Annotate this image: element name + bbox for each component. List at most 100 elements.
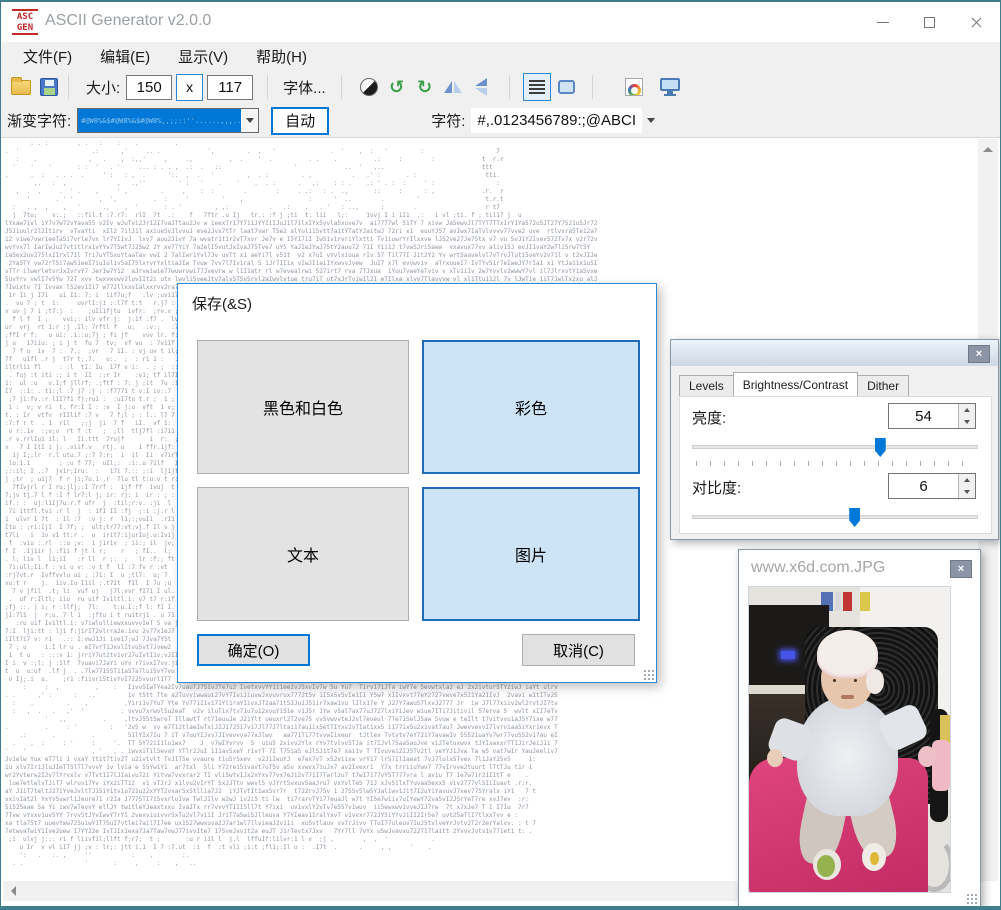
menu-file[interactable]: 文件(F) bbox=[9, 42, 86, 71]
dialog-resize-grip[interactable] bbox=[643, 669, 654, 680]
chevron-up-icon bbox=[983, 147, 993, 152]
minimize-button[interactable] bbox=[859, 2, 906, 42]
scroll-left-button[interactable] bbox=[3, 881, 23, 901]
contrast-slider-thumb[interactable] bbox=[849, 508, 860, 527]
menu-help[interactable]: 帮助(H) bbox=[242, 42, 321, 71]
save-floppy-icon bbox=[40, 78, 58, 96]
font-button[interactable]: 字体... bbox=[273, 73, 336, 102]
photo-shelf-item bbox=[843, 592, 851, 612]
open-file-button[interactable] bbox=[7, 73, 35, 101]
spin-up-button[interactable] bbox=[959, 474, 975, 486]
photo-baby-hand bbox=[918, 746, 936, 767]
scroll-up-button[interactable] bbox=[978, 139, 998, 159]
spin-down-button[interactable] bbox=[959, 486, 975, 498]
save-button[interactable] bbox=[35, 73, 63, 101]
photo-shelf-item bbox=[835, 592, 841, 612]
menu-bar: 文件(F) 编辑(E) 显示(V) 帮助(H) bbox=[1, 42, 1000, 70]
app-window: ASC GEN ASCII Generator v2.0.0 文件(F) 编辑(… bbox=[0, 0, 1001, 910]
triangle-down-icon bbox=[964, 490, 970, 494]
source-image-window: www.x6d.com.JPG × bbox=[738, 549, 981, 908]
save-color-button[interactable]: 彩色 bbox=[422, 340, 640, 474]
brightness-label: 亮度: bbox=[692, 407, 726, 428]
photo-led-light bbox=[781, 651, 795, 659]
toolbar-characters: 渐变字符: #@W8%&$#@W8%&$#@W8%,,;;::''......,… bbox=[1, 104, 1000, 138]
photo-hat-knot bbox=[866, 669, 884, 693]
chevron-down-icon bbox=[647, 118, 655, 123]
flip-vertical-icon bbox=[475, 78, 487, 96]
photo-sock-yellow bbox=[870, 852, 879, 864]
save-dialog-title: 保存(&S) bbox=[192, 293, 252, 314]
rotate-ccw-button[interactable]: ↺ bbox=[383, 73, 411, 101]
fullscreen-button[interactable] bbox=[656, 73, 684, 101]
cancel-button[interactable]: 取消(C) bbox=[522, 634, 635, 666]
title-bar: ASC GEN ASCII Generator v2.0.0 bbox=[1, 2, 1000, 42]
contrast-spin-buttons bbox=[958, 474, 975, 498]
color-preview-button[interactable] bbox=[620, 73, 648, 101]
spin-down-button[interactable] bbox=[959, 416, 975, 428]
image-window-resize-grip[interactable] bbox=[966, 893, 977, 904]
height-input[interactable]: 117 bbox=[207, 75, 253, 100]
contrast-label: 对比度: bbox=[692, 477, 741, 498]
spin-up-button[interactable] bbox=[959, 404, 975, 416]
tab-dither[interactable]: Dither bbox=[857, 375, 909, 396]
text-view-button[interactable] bbox=[523, 73, 551, 101]
save-black-white-button[interactable]: 黑色和白色 bbox=[197, 340, 409, 474]
contrast-slider[interactable] bbox=[692, 515, 978, 519]
width-input[interactable]: 150 bbox=[126, 75, 172, 100]
menu-edit[interactable]: 编辑(E) bbox=[86, 42, 164, 71]
image-window-close-button[interactable]: × bbox=[950, 560, 972, 578]
toolbar-main: 大小: 150 x 117 字体... ↺ ↻ bbox=[1, 70, 1000, 104]
contrast-value[interactable]: 6 bbox=[889, 474, 958, 498]
image-window-title: www.x6d.com.JPG bbox=[751, 559, 885, 577]
brightness-spin-buttons bbox=[958, 404, 975, 428]
text-lines-icon bbox=[529, 80, 545, 94]
photo-shelf-item bbox=[860, 592, 870, 612]
panel-tabs: Levels Brightness/Contrast Dither bbox=[679, 372, 908, 396]
toolbar-separator bbox=[592, 75, 593, 99]
save-image-button[interactable]: 图片 bbox=[422, 487, 640, 621]
brightness-spinner[interactable]: 54 bbox=[888, 403, 976, 429]
charset-label: 字符: bbox=[431, 110, 465, 131]
close-button[interactable] bbox=[953, 2, 1000, 42]
panel-close-button[interactable]: × bbox=[968, 345, 990, 363]
logo-text-bottom: GEN bbox=[12, 23, 38, 34]
flip-vertical-button[interactable] bbox=[467, 73, 495, 101]
gradient-dropdown-arrow[interactable] bbox=[241, 109, 258, 132]
charset-input[interactable]: #,.0123456789:;@ABCI bbox=[471, 108, 642, 133]
photo-pink-blanket bbox=[932, 740, 950, 792]
photo-baby-eye bbox=[854, 679, 857, 682]
photo-baby-hand bbox=[767, 749, 783, 767]
contrast-spinner[interactable]: 6 bbox=[888, 473, 976, 499]
maximize-button[interactable] bbox=[906, 2, 953, 42]
charset-dropdown-arrow[interactable] bbox=[642, 108, 660, 133]
triangle-up-icon bbox=[964, 478, 970, 482]
panel-title-bar[interactable] bbox=[671, 340, 998, 366]
lock-ratio-button[interactable]: x bbox=[176, 74, 203, 101]
gradient-combobox[interactable]: #@W8%&$#@W8%&$#@W8%,,;;::''......,,,....… bbox=[77, 108, 259, 133]
triangle-down-icon bbox=[964, 420, 970, 424]
brightness-value[interactable]: 54 bbox=[889, 404, 958, 428]
image-view-button[interactable] bbox=[553, 73, 581, 101]
open-folder-icon bbox=[11, 80, 31, 95]
auto-button[interactable]: 自动 bbox=[271, 107, 329, 135]
photo-baby-mouth bbox=[841, 695, 853, 699]
brightness-slider-thumb[interactable] bbox=[875, 438, 886, 457]
invert-button[interactable] bbox=[355, 73, 383, 101]
brightness-slider[interactable] bbox=[692, 445, 978, 449]
brightness-contrast-page: 亮度: 54 对比度: 6 bbox=[679, 396, 992, 534]
tab-levels[interactable]: Levels bbox=[679, 375, 734, 396]
flip-horizontal-icon bbox=[444, 81, 462, 93]
minimize-icon bbox=[877, 22, 889, 23]
rotate-cw-button[interactable]: ↻ bbox=[411, 73, 439, 101]
gradient-label: 渐变字符: bbox=[7, 110, 71, 131]
image-view-icon bbox=[558, 80, 575, 94]
monitor-icon bbox=[660, 78, 680, 96]
menu-view[interactable]: 显示(V) bbox=[164, 42, 242, 71]
size-label: 大小: bbox=[86, 77, 120, 98]
flip-horizontal-button[interactable] bbox=[439, 73, 467, 101]
contrast-icon bbox=[360, 78, 378, 96]
ok-button[interactable]: 确定(O) bbox=[197, 634, 310, 666]
tab-brightness-contrast[interactable]: Brightness/Contrast bbox=[733, 372, 858, 396]
save-text-button[interactable]: 文本 bbox=[197, 487, 409, 621]
toolbar-separator bbox=[68, 75, 69, 99]
